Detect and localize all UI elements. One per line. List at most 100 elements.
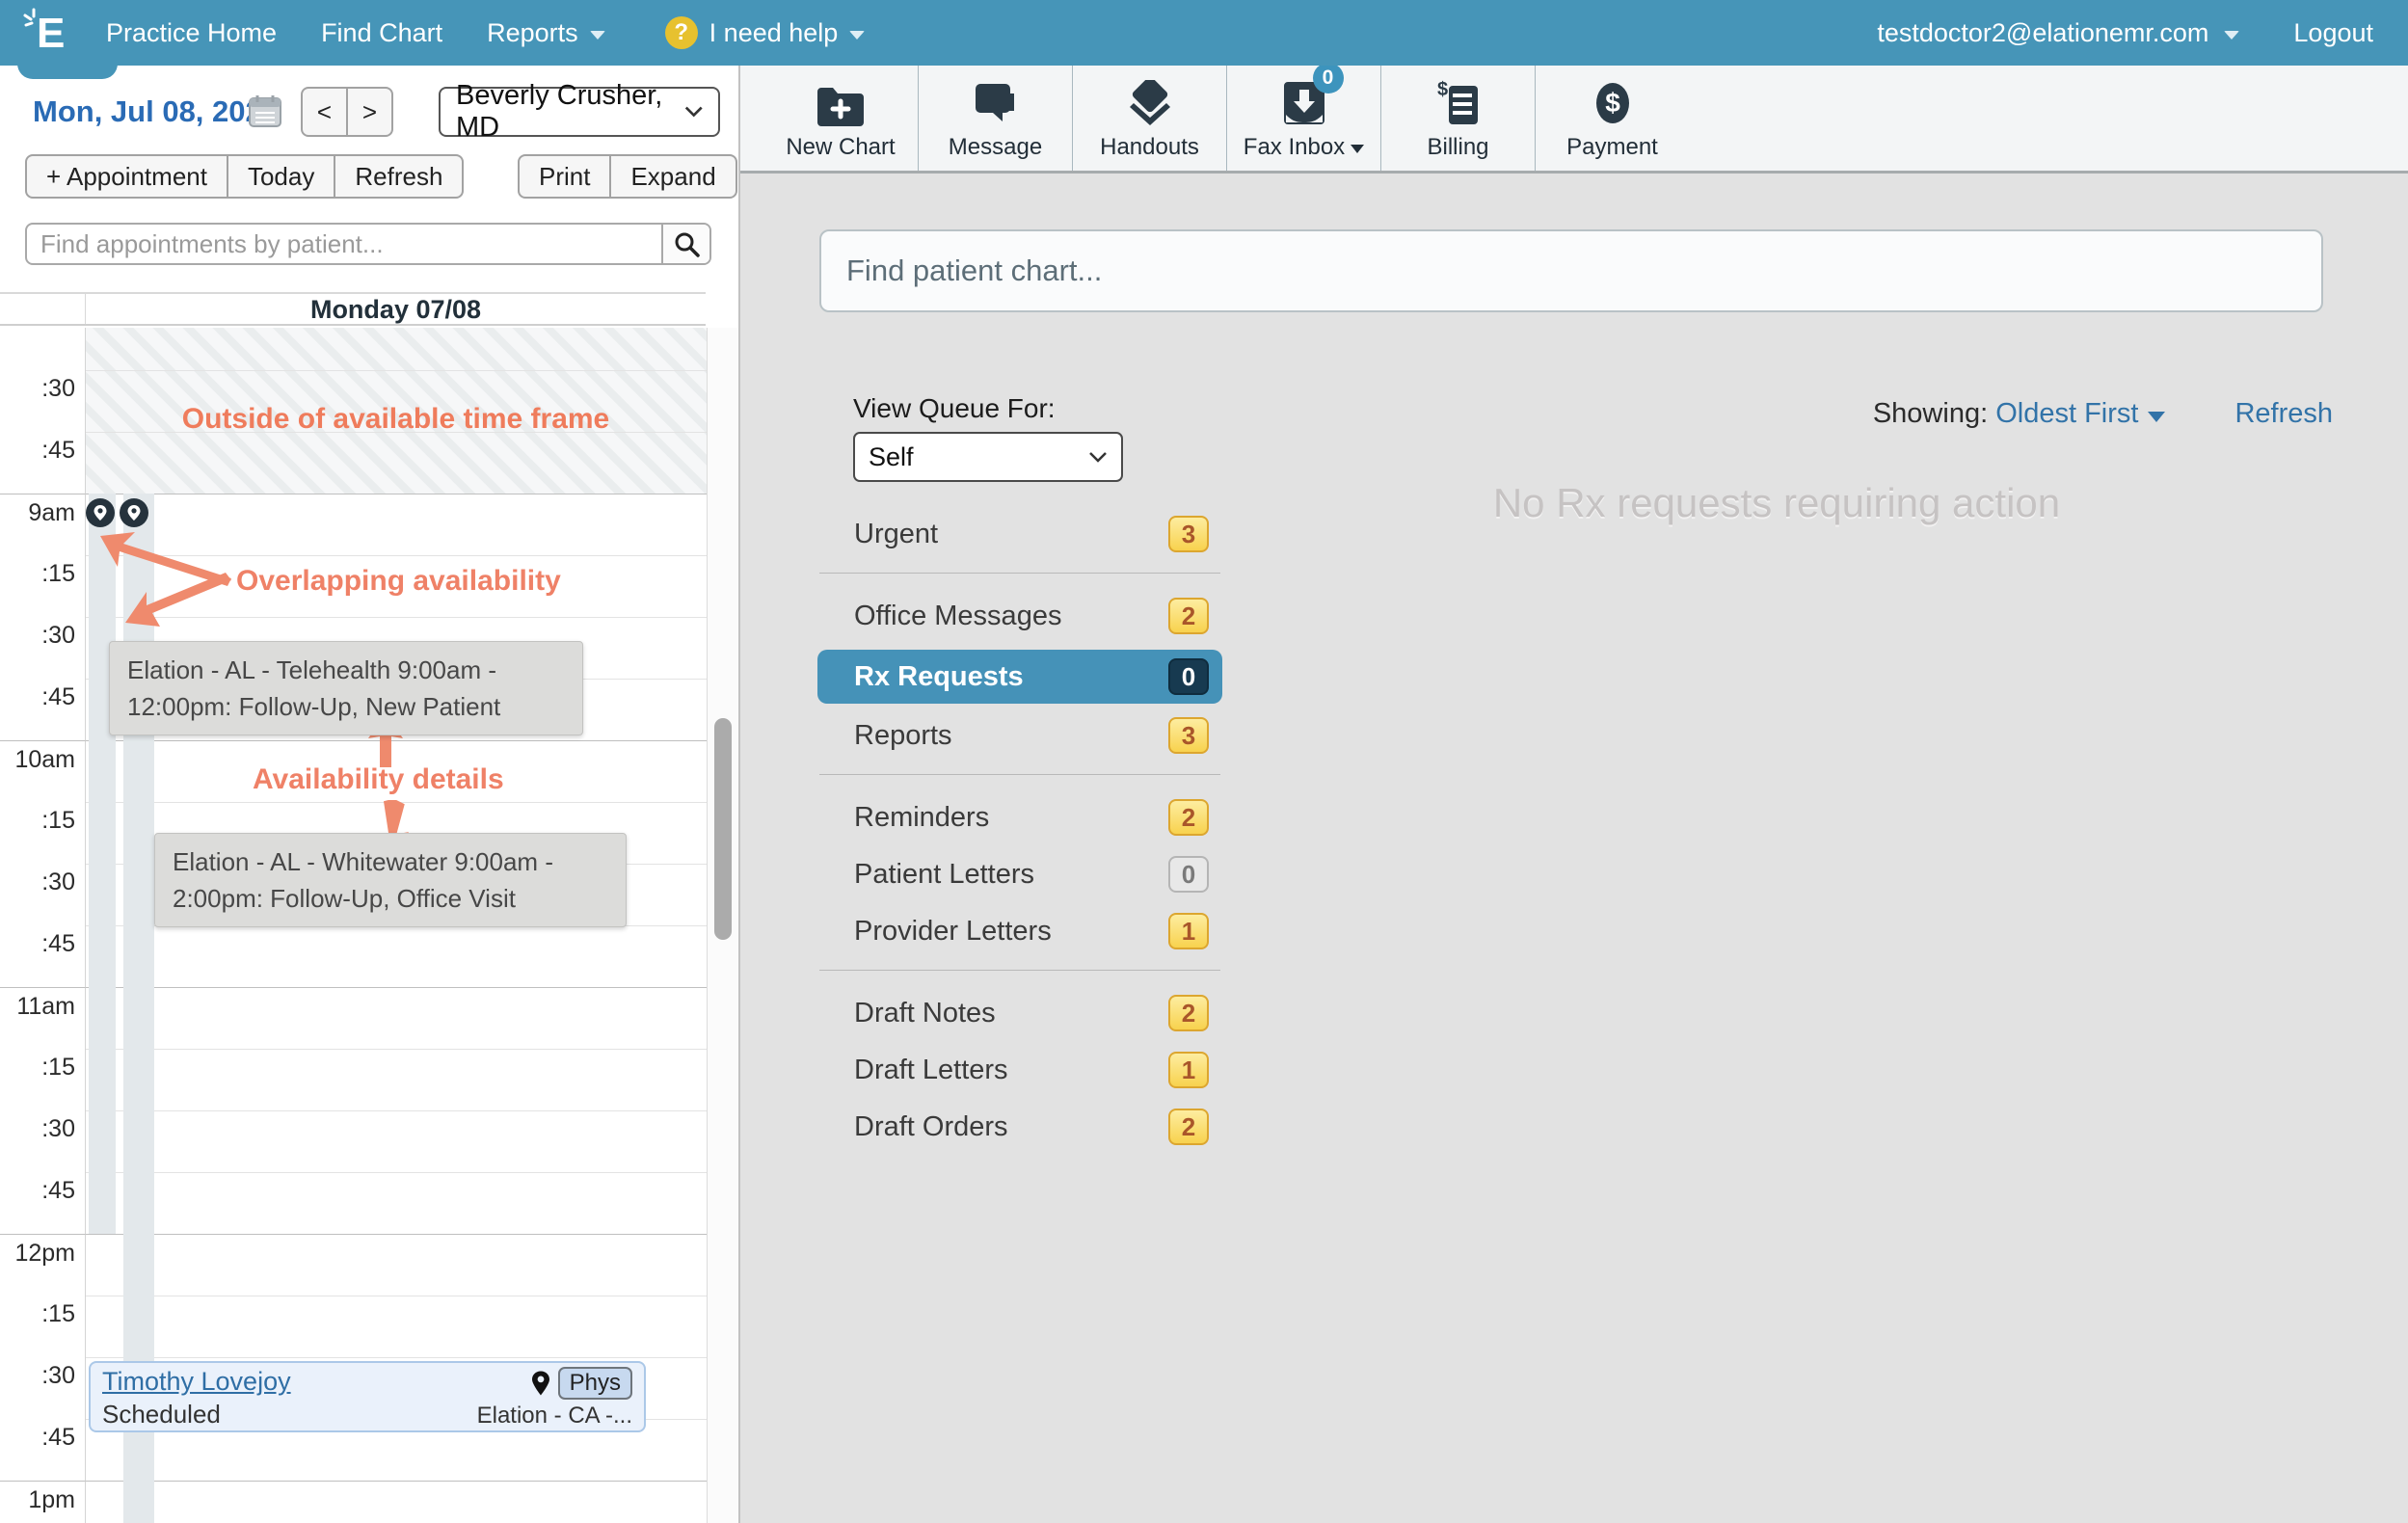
payment-icon: $ xyxy=(1590,80,1636,126)
calendar-grid[interactable]: :30 :45 9am :15 :30 :45 10am :15 :30 :45 11am :15 :3… xyxy=(0,328,738,1523)
chevron-down-icon xyxy=(2148,412,2165,422)
queue-item-draft-orders[interactable]: Draft Orders2 xyxy=(817,1104,1222,1150)
availability-pin-icon[interactable] xyxy=(86,498,115,527)
calendar-icon[interactable] xyxy=(247,93,283,129)
time-row[interactable]: :15 xyxy=(0,1296,707,1357)
billing-button[interactable]: $ Billing xyxy=(1380,66,1535,171)
count-badge: 2 xyxy=(1168,598,1209,634)
time-label: :45 xyxy=(41,1177,75,1205)
count-badge: 1 xyxy=(1168,1052,1209,1088)
time-row[interactable]: :45 xyxy=(0,432,707,494)
time-label: :45 xyxy=(41,683,75,711)
nav-practice-home[interactable]: Practice Home xyxy=(106,18,277,48)
time-row[interactable]: 1pm xyxy=(0,1481,707,1523)
time-row[interactable] xyxy=(0,328,707,370)
queue-item-reports[interactable]: Reports3 xyxy=(817,712,1222,759)
payment-button[interactable]: $ Payment xyxy=(1535,66,1689,171)
annotation-availability-details: Availability details xyxy=(253,763,504,796)
time-label: 10am xyxy=(14,746,75,774)
queue-item-draft-letters[interactable]: Draft Letters1 xyxy=(817,1047,1222,1093)
appointment-card[interactable]: Timothy Lovejoy Scheduled Phys Elation -… xyxy=(89,1361,646,1432)
find-patient-chart-input[interactable] xyxy=(819,229,2323,312)
availability-tooltip-telehealth: Elation - AL - Telehealth 9:00am - 12:00… xyxy=(109,641,583,735)
time-label: :45 xyxy=(41,1424,75,1452)
queue-item-provider-letters[interactable]: Provider Letters1 xyxy=(817,908,1222,954)
view-queue-label: View Queue For: xyxy=(853,393,1056,424)
time-label: :45 xyxy=(41,437,75,465)
logout-button[interactable]: Logout xyxy=(2293,18,2373,48)
time-label: :30 xyxy=(41,868,75,896)
prev-day-button[interactable]: < xyxy=(301,87,347,137)
queue-item-patient-letters[interactable]: Patient Letters0 xyxy=(817,851,1222,897)
today-button[interactable]: Today xyxy=(227,154,334,199)
count-badge: 2 xyxy=(1168,995,1209,1031)
top-nav-bar: E Practice Home Find Chart Reports ? I n… xyxy=(0,0,2408,66)
practice-home-panel: New Chart Message Handouts 0 Fax Inbo xyxy=(738,66,2408,1523)
nav-help[interactable]: ? I need help xyxy=(665,16,866,49)
fax-inbox-button[interactable]: 0 Fax Inbox xyxy=(1226,66,1380,171)
chevron-down-icon xyxy=(849,31,865,40)
action-toolbar: New Chart Message Handouts 0 Fax Inbo xyxy=(740,66,2408,174)
appointment-patient-link[interactable]: Timothy Lovejoy xyxy=(102,1367,291,1397)
time-label: :30 xyxy=(41,622,75,650)
current-date[interactable]: Mon, Jul 08, 2024 xyxy=(33,94,279,129)
sort-order-dropdown[interactable]: Oldest First xyxy=(1995,398,2138,430)
logo-active-bump xyxy=(17,64,118,79)
chevron-down-icon xyxy=(1088,451,1108,464)
new-chart-button[interactable]: New Chart xyxy=(763,66,918,171)
billing-icon: $ xyxy=(1435,80,1482,126)
account-email: testdoctor2@elationemr.com xyxy=(1877,18,2208,48)
appointment-search-input[interactable] xyxy=(27,225,661,263)
calendar-scrollbar-thumb[interactable] xyxy=(714,718,732,940)
handouts-button[interactable]: Handouts xyxy=(1072,66,1226,171)
queue-item-reminders[interactable]: Reminders2 xyxy=(817,794,1222,841)
queue-divider xyxy=(819,774,1220,775)
time-label: :15 xyxy=(41,807,75,835)
message-button[interactable]: Message xyxy=(918,66,1072,171)
print-button[interactable]: Print xyxy=(518,154,610,199)
queue-item-draft-notes[interactable]: Draft Notes2 xyxy=(817,990,1222,1036)
svg-text:$: $ xyxy=(1437,80,1448,100)
time-label: 9am xyxy=(28,499,75,527)
annotation-outside-frame: Outside of available time frame xyxy=(86,403,706,436)
queue-item-rx-requests[interactable]: Rx Requests0 xyxy=(817,650,1222,704)
refresh-schedule-button[interactable]: Refresh xyxy=(334,154,464,199)
count-badge: 0 xyxy=(1168,658,1209,695)
elation-logo[interactable]: E xyxy=(0,0,106,66)
queue-list: Urgent3 Office Messages2 Rx Requests0 Re… xyxy=(817,511,1222,1161)
search-icon xyxy=(673,230,700,257)
calendar-scrollbar-track[interactable] xyxy=(707,328,738,1523)
empty-queue-message: No Rx requests requiring action xyxy=(1145,480,2408,526)
appointment-status: Scheduled xyxy=(102,1400,291,1429)
time-row[interactable]: 12pm xyxy=(0,1234,707,1296)
next-day-button[interactable]: > xyxy=(347,87,393,137)
time-label: 11am xyxy=(16,993,75,1021)
search-button[interactable] xyxy=(661,225,709,263)
view-queue-select[interactable]: Self xyxy=(853,432,1123,482)
message-icon xyxy=(972,82,1020,126)
new-appointment-button[interactable]: + Appointment xyxy=(25,154,227,199)
account-menu[interactable]: testdoctor2@elationemr.com xyxy=(1877,18,2239,48)
new-chart-icon xyxy=(816,86,866,126)
queue-item-office-messages[interactable]: Office Messages2 xyxy=(817,593,1222,639)
day-header-title: Monday 07/08 xyxy=(86,294,706,324)
chevron-down-icon xyxy=(684,105,703,119)
count-badge: 2 xyxy=(1168,799,1209,836)
refresh-queue-button[interactable]: Refresh xyxy=(2234,398,2333,430)
showing-label: Showing: xyxy=(1873,398,1988,430)
appointment-search xyxy=(25,223,711,265)
time-label: :30 xyxy=(41,375,75,403)
expand-button[interactable]: Expand xyxy=(610,154,736,199)
help-icon: ? xyxy=(665,16,698,49)
time-label: 12pm xyxy=(14,1240,75,1268)
nav-reports[interactable]: Reports xyxy=(487,18,605,48)
time-label: 1pm xyxy=(28,1486,75,1514)
time-label: :30 xyxy=(41,1115,75,1143)
provider-select[interactable]: Beverly Crusher, MD xyxy=(439,87,720,137)
appointment-type-badge: Phys xyxy=(558,1367,632,1400)
availability-pin-icon[interactable] xyxy=(120,498,148,527)
count-badge: 1 xyxy=(1168,913,1209,949)
nav-find-chart[interactable]: Find Chart xyxy=(321,18,442,48)
time-label: :15 xyxy=(41,1054,75,1082)
time-label: :30 xyxy=(41,1362,75,1390)
